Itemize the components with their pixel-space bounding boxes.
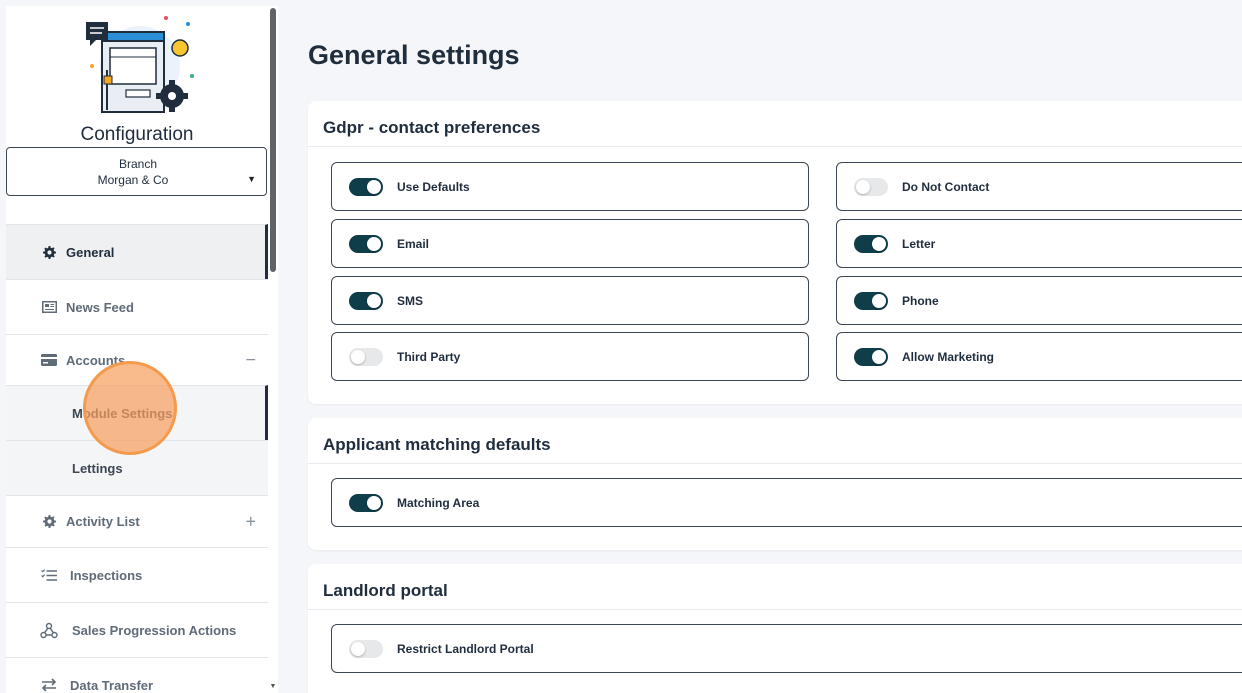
toggle-knob bbox=[872, 350, 886, 364]
sidebar-item-label: Accounts bbox=[66, 352, 126, 368]
sidebar-item-general[interactable]: General bbox=[6, 224, 268, 279]
divider bbox=[308, 146, 1242, 147]
setting-do-not-contact[interactable]: Do Not Contact bbox=[836, 162, 1242, 211]
setting-email[interactable]: Email bbox=[331, 219, 809, 268]
branch-select[interactable]: Branch Morgan & Co ▼ bbox=[6, 147, 267, 196]
sidebar-item-module-settings[interactable]: Module Settings bbox=[6, 385, 268, 440]
sidebar: Configuration Branch Morgan & Co ▼ Gener… bbox=[6, 6, 268, 693]
setting-label: Use Defaults bbox=[397, 180, 470, 194]
letter-toggle[interactable] bbox=[854, 235, 888, 253]
toggle-knob bbox=[872, 294, 886, 308]
toggle-knob bbox=[367, 237, 381, 251]
sidebar-item-news-feed[interactable]: News Feed bbox=[6, 279, 268, 334]
setting-label: Restrict Landlord Portal bbox=[397, 642, 534, 656]
sidebar-scrollbar-thumb[interactable] bbox=[270, 8, 276, 272]
caret-down-icon: ▼ bbox=[247, 174, 256, 184]
email-toggle[interactable] bbox=[349, 235, 383, 253]
sms-toggle[interactable] bbox=[349, 292, 383, 310]
toggle-knob bbox=[367, 180, 381, 194]
sidebar-item-label: Module Settings bbox=[72, 405, 173, 421]
toggle-knob bbox=[367, 294, 381, 308]
setting-sms[interactable]: SMS bbox=[331, 276, 809, 325]
toggle-knob bbox=[872, 237, 886, 251]
transfer-arrows-icon bbox=[40, 677, 58, 693]
matching-area-toggle[interactable] bbox=[349, 494, 383, 512]
sidebar-item-label: General bbox=[66, 244, 115, 260]
sidebar-item-label: Activity List bbox=[66, 514, 140, 529]
setting-matching-area[interactable]: Matching Area bbox=[331, 478, 1242, 527]
sidebar-item-sales-progression[interactable]: Sales Progression Actions bbox=[6, 602, 268, 657]
toggle-knob bbox=[351, 350, 365, 364]
expand-icon[interactable]: + bbox=[245, 511, 256, 532]
branch-select-label: Branch bbox=[118, 157, 158, 171]
setting-label: Email bbox=[397, 237, 430, 251]
do-not-contact-toggle[interactable] bbox=[854, 178, 888, 196]
scroll-down-arrow-icon[interactable]: ▼ bbox=[269, 683, 277, 691]
divider bbox=[308, 463, 1242, 464]
sidebar-item-activity-list[interactable]: Activity List + bbox=[6, 495, 268, 547]
restrict-landlord-portal-toggle[interactable] bbox=[349, 640, 383, 658]
setting-use-defaults[interactable]: Use Defaults bbox=[331, 162, 809, 211]
sidebar-item-label: Inspections bbox=[70, 567, 143, 583]
phone-toggle[interactable] bbox=[854, 292, 888, 310]
configuration-title: Configuration bbox=[80, 124, 194, 145]
branch-select-value: Morgan & Co bbox=[97, 173, 169, 187]
setting-label: Letter bbox=[902, 237, 936, 251]
toggle-knob bbox=[856, 180, 870, 194]
toggle-knob bbox=[351, 642, 365, 656]
credit-card-icon bbox=[40, 352, 58, 368]
setting-third-party[interactable]: Third Party bbox=[331, 332, 809, 381]
sidebar-item-label: Data Transfer bbox=[70, 677, 154, 693]
sidebar-item-label: News Feed bbox=[66, 299, 134, 315]
setting-label: Third Party bbox=[397, 350, 461, 364]
third-party-toggle[interactable] bbox=[349, 348, 383, 366]
setting-label: Phone bbox=[902, 294, 939, 308]
sidebar-item-lettings[interactable]: Lettings bbox=[6, 440, 268, 495]
collapse-icon[interactable]: − bbox=[245, 350, 256, 371]
gear-icon bbox=[40, 514, 58, 530]
applicant-card-title: Applicant matching defaults bbox=[323, 435, 551, 454]
setting-label: Allow Marketing bbox=[902, 350, 995, 364]
landlord-card-title: Landlord portal bbox=[323, 581, 448, 600]
sidebar-item-label: Lettings bbox=[72, 460, 123, 476]
toggle-knob bbox=[367, 496, 381, 510]
use-defaults-toggle[interactable] bbox=[349, 178, 383, 196]
checklist-icon bbox=[40, 567, 58, 583]
applicant-card: Applicant matching defaults Matching Are… bbox=[308, 418, 1242, 550]
allow-marketing-toggle[interactable] bbox=[854, 348, 888, 366]
setting-phone[interactable]: Phone bbox=[836, 276, 1242, 325]
landlord-card: Landlord portal Restrict Landlord Portal bbox=[308, 564, 1242, 693]
webhook-icon bbox=[40, 622, 58, 638]
setting-letter[interactable]: Letter bbox=[836, 219, 1242, 268]
setting-label: SMS bbox=[397, 294, 424, 308]
setting-label: Do Not Contact bbox=[902, 180, 990, 194]
gear-icon bbox=[40, 244, 58, 260]
setting-label: Matching Area bbox=[397, 496, 480, 510]
gdpr-card: Gdpr - contact preferences Use Defaults … bbox=[308, 101, 1242, 404]
setting-restrict-landlord-portal[interactable]: Restrict Landlord Portal bbox=[331, 624, 1242, 673]
sidebar-item-inspections[interactable]: Inspections bbox=[6, 547, 268, 602]
newspaper-icon bbox=[40, 299, 58, 315]
setting-allow-marketing[interactable]: Allow Marketing bbox=[836, 332, 1242, 381]
divider bbox=[308, 609, 1242, 610]
configuration-logo bbox=[80, 10, 200, 122]
sidebar-nav: General News Feed Accounts − Module Sett… bbox=[6, 224, 268, 693]
sidebar-item-label: Sales Progression Actions bbox=[72, 622, 237, 638]
sidebar-item-accounts[interactable]: Accounts − bbox=[6, 334, 268, 385]
page-title: General settings bbox=[308, 40, 520, 70]
gdpr-card-title: Gdpr - contact preferences bbox=[323, 118, 541, 137]
sidebar-item-data-transfer[interactable]: Data Transfer bbox=[6, 657, 268, 693]
